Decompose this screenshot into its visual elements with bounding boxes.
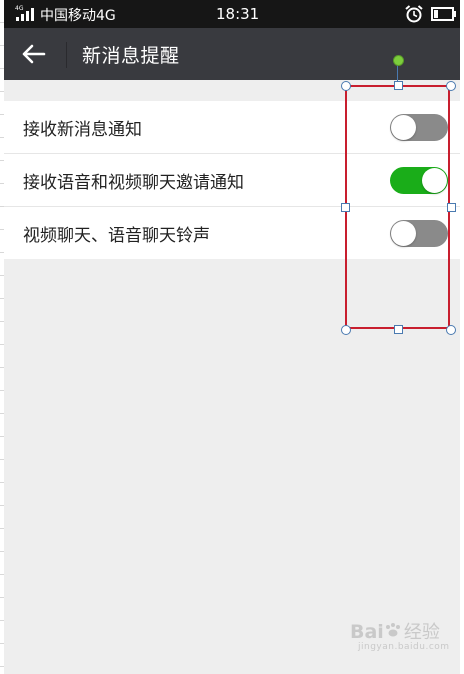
status-bar: 4G 中国移动4G 18:31 <box>4 0 460 28</box>
watermark-url: jingyan.baidu.com <box>358 642 450 652</box>
appbar-divider <box>66 42 67 68</box>
status-time: 18:31 <box>216 5 260 23</box>
carrier-name: 中国移动4G <box>40 8 116 24</box>
setting-label: 接收新消息通知 <box>23 120 142 140</box>
watermark-text: 经验 <box>403 622 440 643</box>
back-arrow-icon[interactable] <box>18 40 54 68</box>
annotation-rotate-handle <box>393 55 404 66</box>
annotation-selection-box <box>345 85 450 329</box>
annotation-handle <box>394 81 403 90</box>
signal-icon: 4G <box>15 4 39 26</box>
paw-icon <box>384 623 402 642</box>
page-title: 新消息提醒 <box>82 45 180 67</box>
alarm-clock-icon <box>404 5 424 27</box>
annotation-handle <box>341 325 351 335</box>
network-badge: 4G <box>15 5 24 12</box>
app-bar: 新消息提醒 <box>4 28 460 80</box>
battery-icon <box>431 6 457 26</box>
annotation-handle <box>341 203 350 212</box>
annotation-handle <box>341 81 351 91</box>
annotation-handle <box>447 203 456 212</box>
watermark-logo: Bai <box>350 621 384 643</box>
setting-label: 接收语音和视频聊天邀请通知 <box>23 173 244 193</box>
phone-screen: 4G 中国移动4G 18:31 新消息提醒 接收新消息通知 接收语音和视频聊天邀… <box>4 0 460 674</box>
baidu-watermark: Bai 经验 jingyan.baidu.com <box>350 618 449 652</box>
annotation-handle <box>446 325 456 335</box>
annotation-handle <box>446 81 456 91</box>
setting-label: 视频聊天、语音聊天铃声 <box>23 226 210 246</box>
annotation-handle <box>394 325 403 334</box>
